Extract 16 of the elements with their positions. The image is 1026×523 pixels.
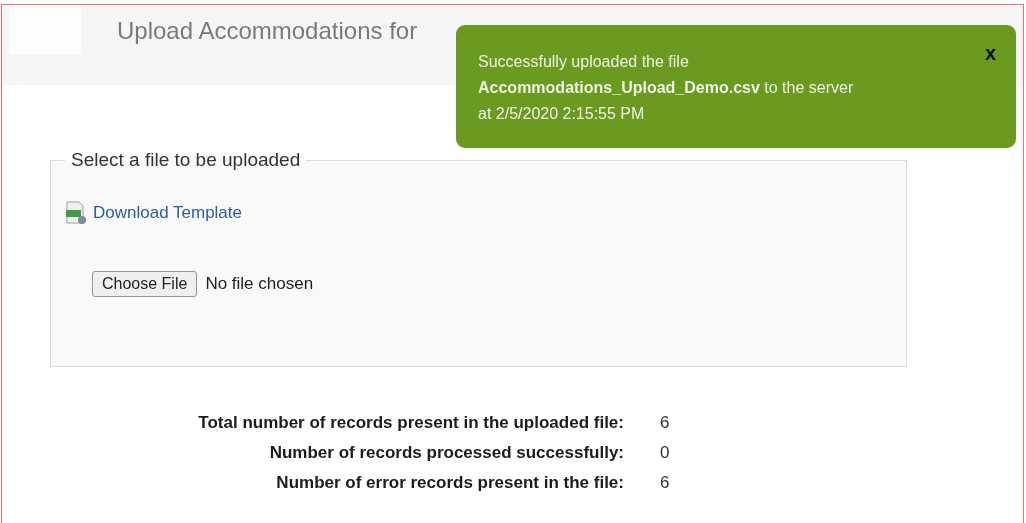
stat-value: 0 bbox=[660, 443, 671, 463]
choose-file-button[interactable]: Choose File bbox=[92, 271, 198, 297]
toast-message: Accommodations_Upload_Demo.csv to the server bbox=[478, 78, 854, 98]
stat-label: Total number of records present in the uploaded file: bbox=[197, 413, 624, 433]
download-template-link[interactable]: Download Template bbox=[93, 203, 242, 223]
stat-value: 6 bbox=[660, 413, 671, 433]
spreadsheet-icon bbox=[65, 201, 87, 225]
close-button[interactable]: x bbox=[984, 41, 996, 65]
toast-message: at 2/5/2020 2:15:55 PM bbox=[478, 104, 646, 124]
toast-message: Successfully uploaded the file bbox=[478, 52, 690, 72]
page-title: Upload Accommodations for bbox=[117, 17, 418, 45]
stat-value: 6 bbox=[660, 473, 671, 493]
stat-label: Number of records processed successfully: bbox=[268, 443, 624, 463]
panel-legend: Select a file to be uploaded bbox=[65, 149, 307, 171]
stat-label: Number of error records present in the file: bbox=[275, 473, 624, 493]
file-status: No file chosen bbox=[205, 274, 314, 294]
